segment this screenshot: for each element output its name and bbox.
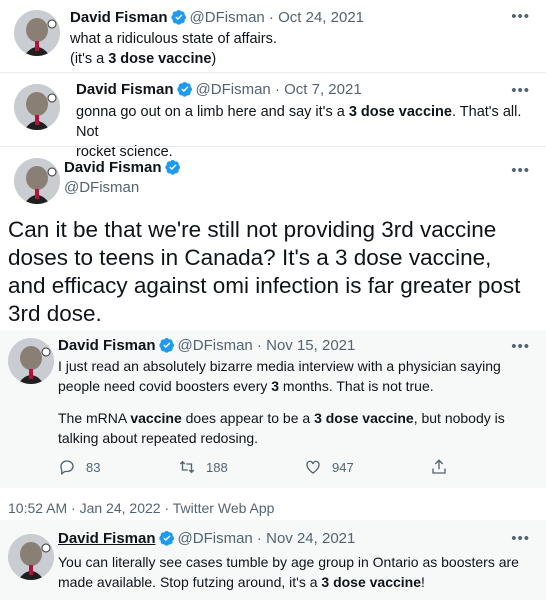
verified-badge-icon [170,10,186,25]
date-separator: · [252,337,267,354]
reply-button[interactable]: 83 [58,458,100,476]
verified-badge-icon [176,82,192,97]
share-button[interactable] [430,458,448,476]
author-handle[interactable]: @DFisman [64,179,139,197]
tweet-1[interactable]: David Fisman @DFisman · Oct 24, 2021 ••• … [0,0,546,74]
divider [0,72,546,73]
more-options-icon[interactable]: ••• [511,82,530,99]
author-handle[interactable]: @DFisman [178,337,253,354]
tweet-text-line: made available. Stop futzing around, it'… [58,574,425,590]
tweet-3[interactable]: David Fisman @DFisman · Nov 24, 2021 ••• … [0,520,546,600]
more-options-icon[interactable]: ••• [511,162,530,179]
avatar[interactable] [14,158,60,204]
tweet-timestamp[interactable]: 10:52 AM · Jan 24, 2022 · Twitter Web Ap… [8,500,274,516]
tweet-date[interactable]: Nov 15, 2021 [266,337,355,354]
more-options-icon[interactable]: ••• [511,8,530,25]
author-handle[interactable]: @DFisman [190,9,265,26]
tweet-text-line: what a ridiculous state of affairs. [70,31,277,47]
like-count: 947 [332,459,354,475]
reply-count: 83 [86,459,101,475]
retweet-icon [179,460,195,474]
author-name[interactable]: David Fisman [58,337,156,354]
main-tweet-text: Can it be that we're still not providing… [8,217,521,326]
tweet-text-line: people need covid boosters every 3 month… [58,378,434,394]
date-separator: · [270,81,285,98]
tweet-2[interactable]: David Fisman @DFisman · Oct 7, 2021 ••• g… [0,74,546,160]
tweet-text-line: You can literally see cases tumble by ag… [58,554,519,570]
author-handle[interactable]: @DFisman [178,530,253,547]
author-name[interactable]: David Fisman [58,530,156,547]
date-separator: · [252,530,267,547]
share-icon [432,459,446,474]
avatar[interactable] [14,10,60,56]
author-handle[interactable]: @DFisman [196,81,271,98]
date-separator: · [264,9,279,26]
verified-badge-icon [164,160,180,175]
avatar[interactable] [14,84,60,130]
more-options-icon[interactable]: ••• [511,530,530,547]
tweet-text-line: gonna go out on a limb here and say it's… [76,104,522,140]
tweet-text-line: The mRNA vaccine does appear to be a 3 d… [58,410,505,426]
avatar[interactable] [8,534,54,580]
author-name[interactable]: David Fisman [64,159,162,176]
tweet-text-line: I just read an absolutely bizarre media … [58,358,501,374]
tweet-date[interactable]: Nov 24, 2021 [266,530,355,547]
verified-badge-icon [158,531,174,546]
author-name[interactable]: David Fisman [70,9,168,26]
like-button[interactable]: 947 [304,458,354,476]
reply-icon [60,460,74,476]
more-options-icon[interactable]: ••• [511,338,530,355]
verified-badge-icon [158,338,174,353]
retweet-count: 188 [206,459,228,475]
author-name[interactable]: David Fisman [76,81,174,98]
tweet-text-line: (it's a 3 dose vaccine) [70,51,217,67]
tweet-text-line: talking about repeated redosing. [58,430,259,446]
tweet-date[interactable]: Oct 7, 2021 [284,81,362,98]
divider [0,146,546,147]
tweet-date[interactable]: Oct 24, 2021 [278,9,364,26]
avatar[interactable] [8,338,54,384]
retweet-button[interactable]: 188 [178,458,228,476]
heart-icon [306,460,320,474]
